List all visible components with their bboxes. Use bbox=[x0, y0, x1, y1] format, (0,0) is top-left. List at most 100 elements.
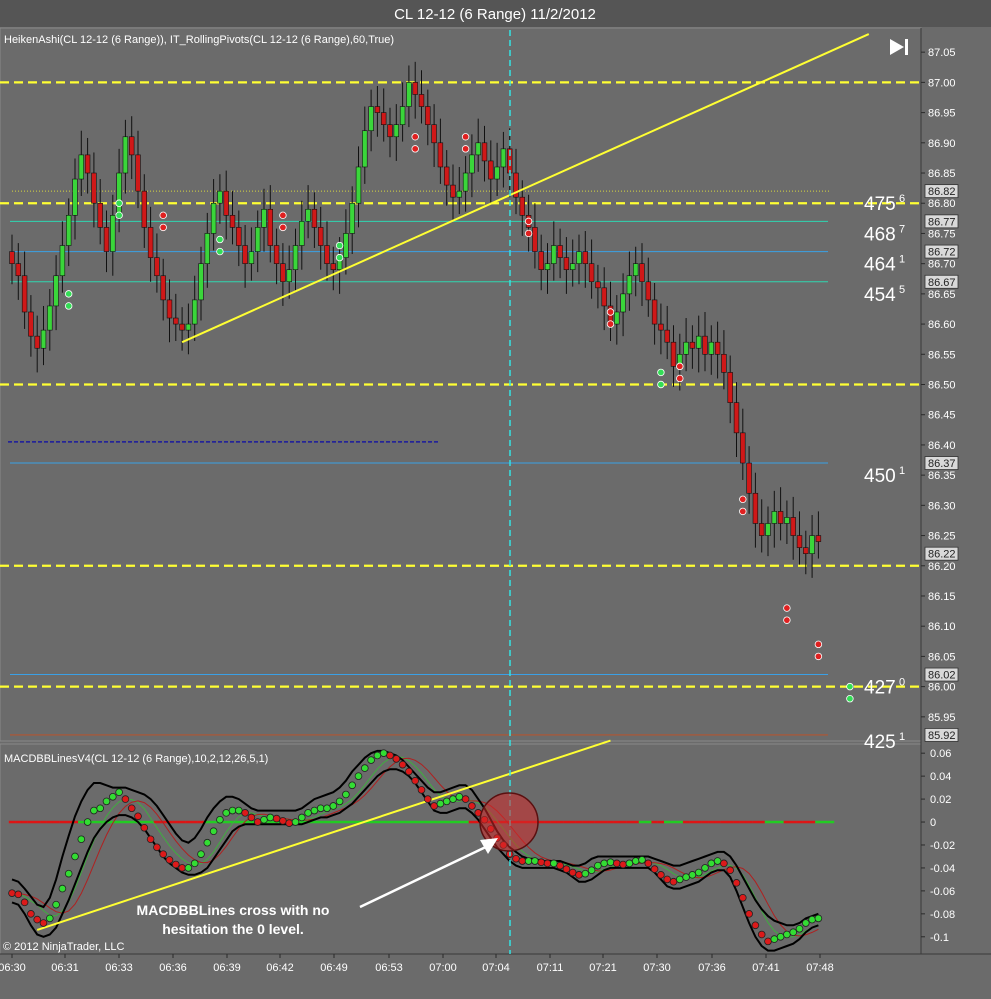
volume-label-sup: 6 bbox=[899, 193, 905, 205]
macd-dot bbox=[701, 864, 709, 872]
time-tick-label: 06:33 bbox=[105, 962, 133, 974]
macd-dot bbox=[675, 875, 684, 884]
time-tick-label: 07:48 bbox=[806, 962, 834, 974]
candle-body bbox=[141, 190, 147, 228]
candle-body bbox=[103, 227, 110, 252]
candle-body bbox=[689, 341, 696, 349]
macd-dot bbox=[644, 859, 653, 868]
signal-dot bbox=[159, 223, 167, 232]
candle-body bbox=[179, 323, 185, 331]
macd-dot bbox=[568, 868, 577, 877]
candle-body bbox=[601, 287, 607, 307]
price-tick-label: 86.70 bbox=[928, 259, 956, 271]
macd-dot bbox=[663, 875, 671, 884]
candle-body bbox=[154, 257, 160, 277]
candle-body bbox=[765, 523, 771, 536]
volume-label: 468 bbox=[864, 224, 896, 245]
macd-tick-label: 0.04 bbox=[930, 771, 951, 783]
volume-label: 425 bbox=[864, 732, 896, 753]
candle-body bbox=[173, 317, 179, 325]
candle-body bbox=[746, 462, 752, 494]
macd-dot bbox=[808, 915, 816, 924]
candle-body bbox=[15, 263, 21, 277]
candle-body bbox=[462, 172, 469, 192]
signal-dot bbox=[64, 302, 73, 310]
price-label: 86.02 bbox=[928, 670, 956, 682]
signal-dot bbox=[216, 235, 224, 244]
macd-dot bbox=[247, 813, 256, 822]
macd-dot bbox=[518, 857, 527, 865]
time-tick-label: 06:49 bbox=[320, 962, 348, 974]
macd-dot bbox=[430, 802, 438, 810]
candle-body bbox=[292, 245, 299, 270]
candle-body bbox=[714, 341, 721, 355]
macd-dot bbox=[713, 857, 722, 865]
price-tick-label: 86.10 bbox=[928, 621, 956, 633]
candle-body bbox=[166, 299, 173, 319]
candle-body bbox=[129, 136, 135, 156]
candle-body bbox=[551, 245, 557, 264]
candle-body bbox=[84, 154, 91, 174]
signal-dot bbox=[846, 682, 854, 691]
macd-dot bbox=[360, 764, 369, 772]
candle-body bbox=[368, 106, 374, 132]
candle-body bbox=[494, 166, 500, 180]
candle-body bbox=[147, 227, 154, 258]
macd-dot bbox=[757, 930, 766, 939]
price-tick-label: 86.95 bbox=[928, 108, 956, 120]
macd-dot bbox=[109, 792, 117, 801]
macd-dot bbox=[392, 755, 401, 763]
signal-dot bbox=[846, 695, 854, 703]
price-axis[interactable] bbox=[921, 28, 991, 954]
candle-body bbox=[645, 281, 652, 301]
candle-body bbox=[198, 263, 204, 301]
price-label: 86.72 bbox=[928, 247, 956, 259]
macd-dot bbox=[789, 928, 797, 936]
volume-label-sup: 7 bbox=[899, 223, 905, 235]
macd-dot bbox=[417, 786, 426, 794]
time-tick-label: 06:42 bbox=[266, 962, 294, 974]
macd-dot bbox=[291, 818, 300, 826]
candle-body bbox=[588, 263, 595, 283]
volume-label: 450 bbox=[864, 466, 896, 487]
annotation-line-1: MACDBBLines cross with no bbox=[137, 902, 330, 918]
signal-dot bbox=[606, 320, 615, 328]
macd-dot bbox=[45, 914, 54, 923]
candle-body bbox=[708, 341, 715, 355]
signal-dot bbox=[64, 290, 73, 298]
candle-body bbox=[28, 311, 34, 337]
signal-dot bbox=[783, 604, 791, 612]
macd-dot bbox=[153, 843, 161, 852]
macd-dot bbox=[770, 935, 779, 943]
macd-dot bbox=[203, 838, 212, 847]
macd-panel[interactable] bbox=[0, 743, 922, 955]
macd-dot bbox=[738, 893, 747, 902]
candle-body bbox=[614, 311, 620, 325]
macd-dot bbox=[52, 900, 60, 909]
candle-body bbox=[809, 535, 815, 554]
time-tick-label: 06:31 bbox=[51, 962, 79, 974]
price-label: 85.92 bbox=[928, 730, 956, 742]
candle-body bbox=[771, 511, 778, 524]
candle-body bbox=[217, 190, 223, 204]
candle-body bbox=[425, 106, 431, 125]
price-tick-label: 86.55 bbox=[928, 349, 956, 361]
macd-dot bbox=[543, 859, 552, 868]
candle-body bbox=[116, 172, 122, 216]
candle-body bbox=[248, 251, 255, 264]
macd-dot bbox=[348, 781, 357, 790]
macd-dot bbox=[562, 865, 571, 873]
candle-body bbox=[330, 263, 336, 270]
candle-body bbox=[443, 166, 450, 186]
macd-dot bbox=[316, 804, 325, 813]
macd-dot bbox=[694, 868, 703, 877]
price-label: 86.67 bbox=[928, 277, 956, 289]
macd-dot bbox=[449, 795, 457, 803]
macd-dot bbox=[524, 857, 533, 865]
chart-svg: CL 12-12 (6 Range) 11/2/2012 HeikenAshi(… bbox=[0, 0, 991, 974]
macd-dot bbox=[272, 814, 281, 823]
macd-dot bbox=[115, 788, 123, 796]
signal-dot bbox=[783, 616, 791, 624]
macd-dot bbox=[783, 930, 791, 939]
macd-dot bbox=[537, 858, 545, 866]
